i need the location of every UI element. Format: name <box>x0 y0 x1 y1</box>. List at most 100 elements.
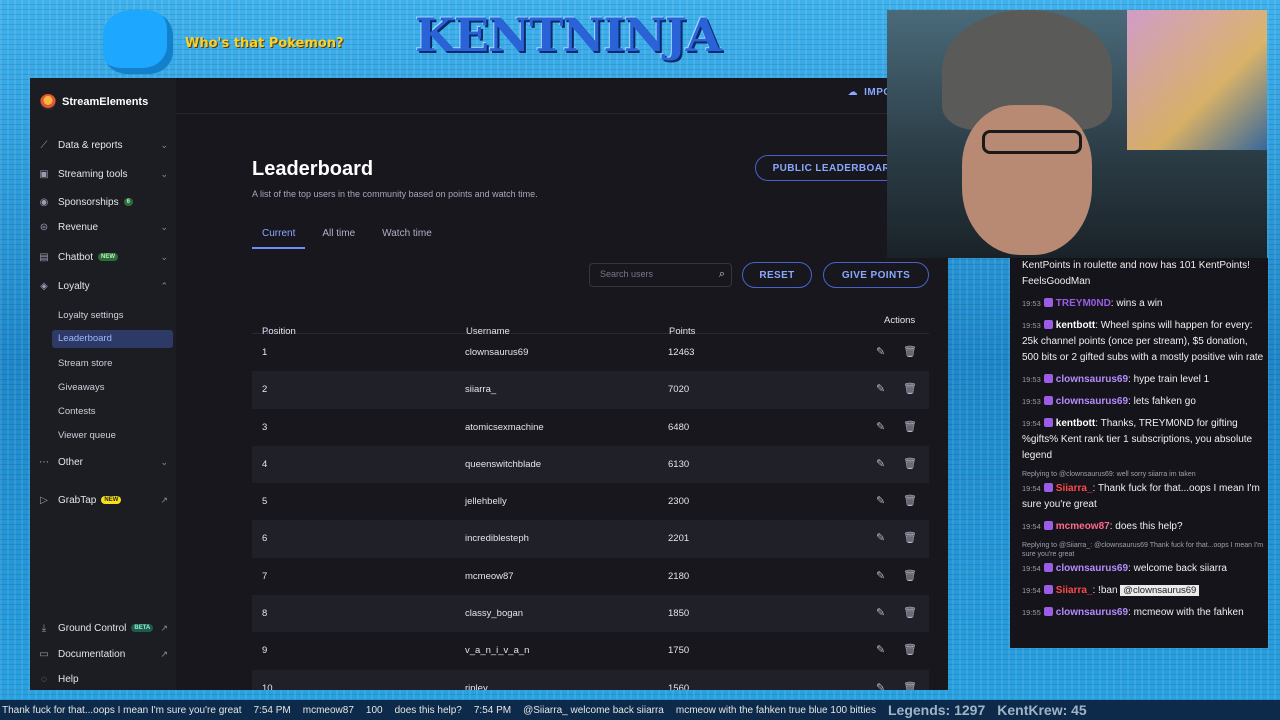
chat-timestamp: 19:54 <box>1022 522 1041 531</box>
edit-icon[interactable]: ✎ <box>876 643 885 656</box>
sidebar-item-chatbot[interactable]: ▤ Chatbot NEW ⌄ <box>38 246 172 268</box>
chat-username[interactable]: Siiarra_ <box>1056 483 1093 494</box>
chat-username[interactable]: kentbott <box>1056 418 1095 429</box>
sidebar-subitem-leaderboard[interactable]: Leaderboard <box>52 330 173 348</box>
sidebar-item-revenue[interactable]: ⊜ Revenue ⌄ <box>38 216 172 238</box>
chatbot-icon: ▤ <box>39 251 49 263</box>
delete-icon[interactable]: 🗑 <box>903 606 917 619</box>
sidebar-item-loyalty[interactable]: ◈ Loyalty ⌃ <box>38 275 172 297</box>
sidebar-item-other[interactable]: ⋯ Other ⌄ <box>38 451 172 473</box>
tab-watch-time[interactable]: Watch time <box>372 228 442 249</box>
sidebar-subitem-loyalty-settings[interactable]: Loyalty settings <box>58 310 123 321</box>
table-row: 3 atomicsexmachine 6480 ✎ 🗑 <box>252 409 929 446</box>
sidebar-item-sponsorships[interactable]: ◉ Sponsorships 6 <box>38 191 172 213</box>
table-header: Position ↑ Username ↑ Points ↑ Actions <box>252 304 929 337</box>
badge-icon <box>1043 521 1053 530</box>
page-title: Leaderboard <box>252 158 374 180</box>
streamelements-window: StreamElements ⟋ Data & reports ⌄ ▣ Stre… <box>30 78 948 690</box>
delete-icon[interactable]: 🗑 <box>903 420 917 433</box>
delete-icon[interactable]: 🗑 <box>903 382 917 395</box>
cell-position: 2 <box>262 384 268 396</box>
chat-username[interactable]: kentbott <box>1056 320 1095 331</box>
sidebar: StreamElements ⟋ Data & reports ⌄ ▣ Stre… <box>30 78 176 690</box>
badge-icon <box>1043 374 1053 383</box>
leaderboard-tabs: Current All time Watch time <box>252 228 449 249</box>
chevron-down-icon: ⌄ <box>160 251 168 262</box>
sidebar-subitem-stream-store[interactable]: Stream store <box>58 358 112 369</box>
cell-position: 4 <box>262 458 268 470</box>
sidebar-item-grabtap[interactable]: ▷ GrabTap NEW ↗ <box>38 489 172 511</box>
chat-timestamp: 19:53 <box>1022 397 1041 406</box>
badge-icon <box>1043 320 1053 329</box>
help-icon: ◌ <box>41 673 47 685</box>
reset-button[interactable]: RESET <box>742 262 812 288</box>
chat-username[interactable]: TREYM0ND <box>1056 298 1111 309</box>
give-points-button[interactable]: GIVE POINTS <box>823 262 929 288</box>
ticker-item: does this help? <box>394 704 462 716</box>
badge-icon <box>1043 585 1053 594</box>
delete-icon[interactable]: 🗑 <box>903 345 917 358</box>
search-icon[interactable]: ⌕ <box>719 268 725 281</box>
table-row: 8 classy_bogan 1850 ✎ 🗑 <box>252 595 929 633</box>
cell-username: jellehbelly <box>465 496 507 508</box>
delete-icon[interactable]: 🗑 <box>903 531 917 544</box>
chat-message: 19:53 clownsaurus69: hype train level 1 <box>1022 372 1264 388</box>
table-row: 4 queenswitchblade 6130 ✎ 🗑 <box>252 445 929 484</box>
chat-username[interactable]: clownsaurus69 <box>1056 607 1128 618</box>
tab-current[interactable]: Current <box>252 228 306 249</box>
chevron-down-icon: ⌄ <box>160 168 168 179</box>
sidebar-item-streaming-tools[interactable]: ▣ Streaming tools ⌄ <box>38 163 172 185</box>
cell-username: mcmeow87 <box>465 570 514 582</box>
edit-icon[interactable]: ✎ <box>876 420 885 433</box>
sidebar-item-documentation[interactable]: ▭ Documentation ↗ <box>38 643 172 665</box>
edit-icon[interactable]: ✎ <box>876 606 885 619</box>
chat-mention[interactable]: @clownsaurus69 <box>1120 585 1200 596</box>
sidebar-subitem-viewer-queue[interactable]: Viewer queue <box>58 430 116 441</box>
cell-points: 2180 <box>668 570 690 582</box>
edit-icon[interactable]: ✎ <box>876 681 885 690</box>
sidebar-item-label: Chatbot <box>58 251 94 263</box>
chat-username[interactable]: clownsaurus69 <box>1056 396 1128 407</box>
chat-username[interactable]: clownsaurus69 <box>1056 374 1128 385</box>
delete-icon[interactable]: 🗑 <box>903 494 917 507</box>
tab-all-time[interactable]: All time <box>312 228 365 249</box>
sidebar-item-data-reports[interactable]: ⟋ Data & reports ⌄ <box>38 134 172 156</box>
chevron-down-icon: ⌄ <box>160 139 168 150</box>
edit-icon[interactable]: ✎ <box>876 457 885 470</box>
sidebar-item-label: Sponsorships <box>58 196 119 208</box>
ticker-item: @Siiarra_ welcome back siiarra <box>523 704 664 716</box>
chat-timestamp: 19:53 <box>1022 375 1041 384</box>
ticker-item: Thank fuck for that...oops I mean I'm su… <box>2 704 242 716</box>
badge-icon <box>1043 418 1053 427</box>
chat-username[interactable]: Siiarra_ <box>1056 585 1093 596</box>
chat-timestamp: 19:54 <box>1022 586 1041 595</box>
delete-icon[interactable]: 🗑 <box>903 457 917 470</box>
delete-icon[interactable]: 🗑 <box>903 569 917 582</box>
edit-icon[interactable]: ✎ <box>876 382 885 395</box>
search-input[interactable] <box>600 269 710 279</box>
sidebar-item-help[interactable]: ◌ Help <box>38 668 172 690</box>
edit-icon[interactable]: ✎ <box>876 569 885 582</box>
chat-text: wins a win <box>1116 298 1163 309</box>
delete-icon[interactable]: 🗑 <box>903 681 917 690</box>
sidebar-item-ground-control[interactable]: ⤓ Ground Control BETA ↗ <box>38 617 172 639</box>
brand[interactable]: StreamElements <box>40 94 148 110</box>
external-link-icon: ↗ <box>160 622 168 633</box>
sidebar-subitem-contests[interactable]: Contests <box>58 406 96 417</box>
sidebar-item-label: Revenue <box>58 221 99 233</box>
chat-timestamp: 19:53 <box>1022 321 1041 330</box>
chat-username[interactable]: clownsaurus69 <box>1056 563 1128 574</box>
tools-icon: ▣ <box>39 168 49 180</box>
edit-icon[interactable]: ✎ <box>876 531 885 544</box>
external-link-icon: ↗ <box>160 648 168 659</box>
cell-position: 3 <box>262 421 268 433</box>
edit-icon[interactable]: ✎ <box>876 494 885 507</box>
edit-icon[interactable]: ✎ <box>876 345 885 358</box>
delete-icon[interactable]: 🗑 <box>903 643 917 656</box>
sidebar-item-label: Loyalty <box>58 280 90 292</box>
sidebar-subitem-giveaways[interactable]: Giveaways <box>58 382 104 393</box>
chat-text: does this help? <box>1115 521 1183 532</box>
chat-username[interactable]: mcmeow87 <box>1056 521 1110 532</box>
badge-icon <box>1043 396 1053 405</box>
ticker-item: KentKrew: 45 <box>997 702 1087 718</box>
